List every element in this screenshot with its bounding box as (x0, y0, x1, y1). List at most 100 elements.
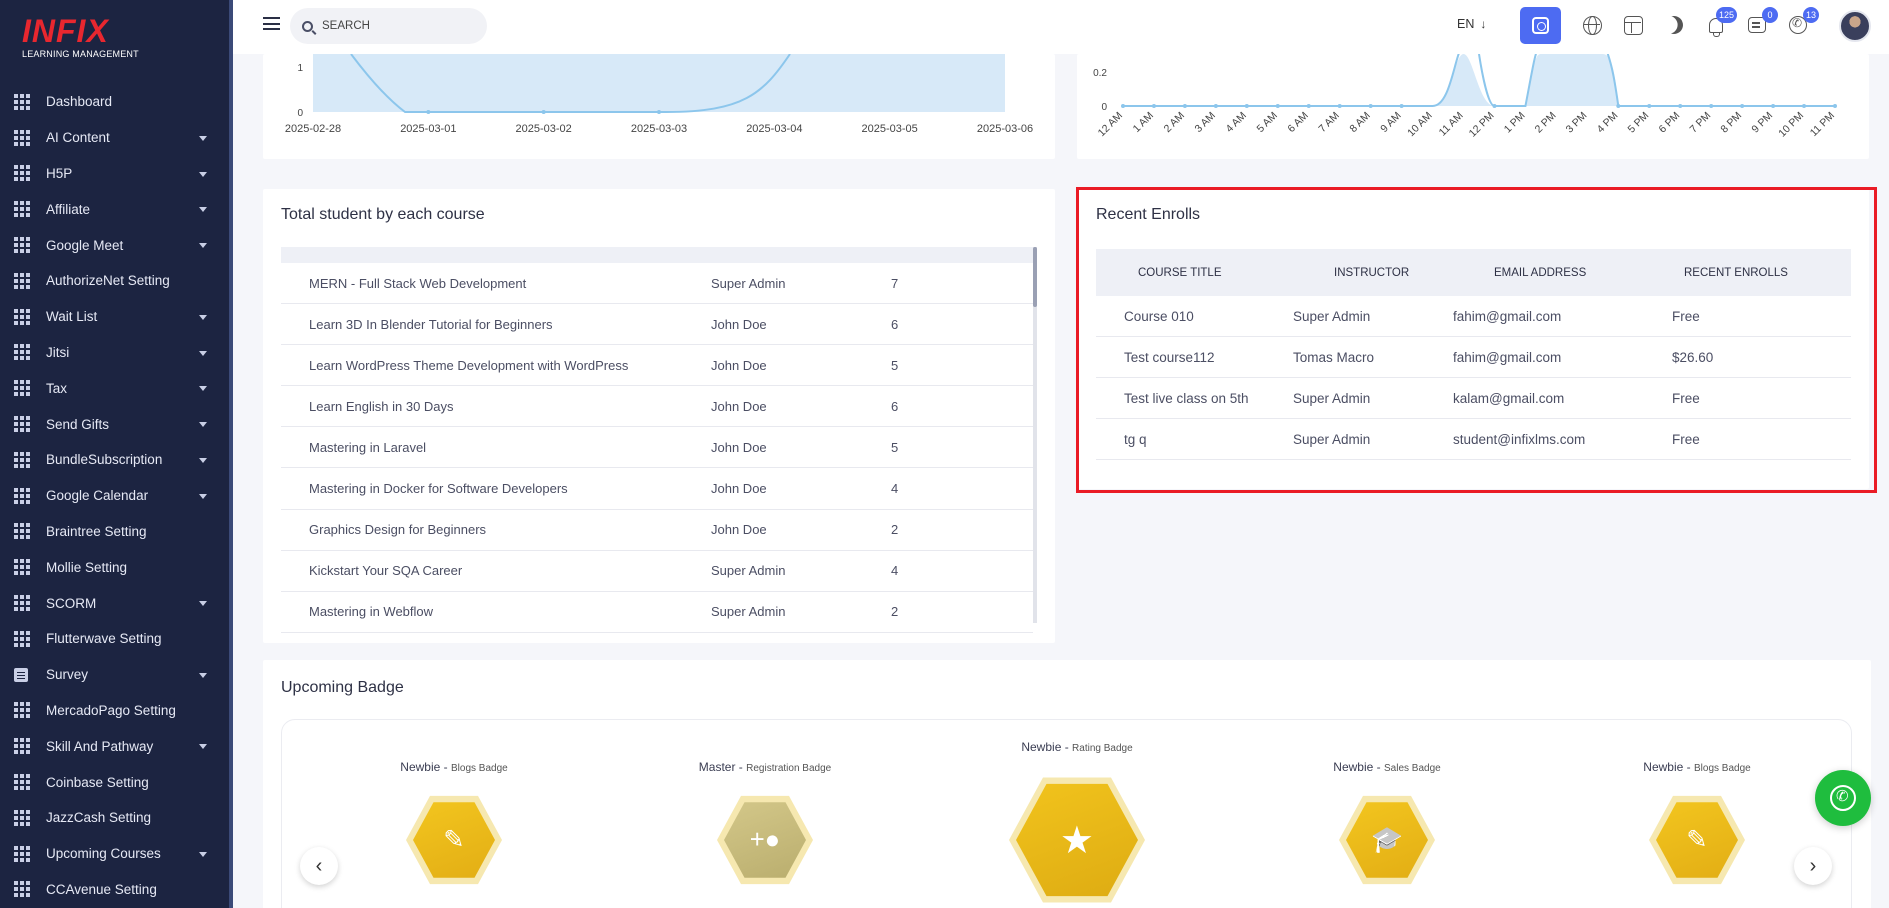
caret-down-icon (199, 457, 207, 463)
carousel-prev-button[interactable]: ‹ (300, 847, 338, 885)
y-tick-label: 0 (297, 108, 303, 119)
sidebar-item-survey[interactable]: Survey (0, 657, 229, 693)
grid-icon (14, 702, 30, 719)
sidebar-item-label: Affiliate (46, 201, 91, 217)
language-selector[interactable]: EN ↓ (1457, 17, 1486, 31)
student-count: 4 (891, 481, 899, 497)
course-title: tg q (1124, 431, 1147, 447)
table-row: tg q Super Admin student@infixlms.com Free (1096, 419, 1851, 460)
instructor-name: John Doe (711, 357, 767, 373)
sidebar-item-flutterwave-setting[interactable]: Flutterwave Setting (0, 621, 229, 657)
badge-level: Newbie (1021, 740, 1062, 754)
messages-button[interactable]: 0 (1745, 7, 1778, 37)
instructor-name: John Doe (711, 522, 767, 538)
sidebar-item-mercadopago-setting[interactable]: MercadoPago Setting (0, 693, 229, 729)
menu-toggle-icon[interactable] (263, 17, 280, 30)
badge-separator: - (1373, 760, 1384, 774)
sidebar-item-label: AuthorizeNet Setting (46, 273, 170, 289)
sidebar-item-bundlesubscription[interactable]: BundleSubscription (0, 442, 229, 478)
table-row: Graphics Design for Beginners John Doe 2 (281, 510, 1033, 551)
course-title: Test live class on 5th (1124, 390, 1249, 406)
brand-logo[interactable]: INFIX LEARNING MANAGEMENT (22, 14, 172, 66)
sidebar-scrollbar[interactable] (229, 0, 233, 908)
settings-chip-button[interactable] (1520, 7, 1561, 44)
chart-point (657, 110, 661, 114)
badge-level: Newbie (1643, 760, 1684, 774)
grid-icon (14, 845, 30, 862)
chart-point (1213, 104, 1218, 108)
enroll-price: Free (1672, 308, 1700, 324)
sidebar-item-authorizenet-setting[interactable]: AuthorizeNet Setting (0, 263, 229, 299)
badge-hexagon: ✎ (1649, 795, 1745, 885)
calls-button[interactable]: 13 (1786, 7, 1819, 37)
x-tick-label: 8 AM (1347, 110, 1372, 135)
sidebar-item-label: Dashboard (46, 94, 113, 110)
notifications-button[interactable]: 125 (1704, 7, 1737, 37)
caret-down-icon (199, 135, 207, 141)
caret-down-icon (199, 851, 207, 857)
sidebar-item-jitsi[interactable]: Jitsi (0, 335, 229, 371)
header-course-title: COURSE TITLE (1138, 266, 1222, 279)
instructor-name: Super Admin (1293, 308, 1371, 324)
x-tick-label: 2025-03-02 (516, 123, 572, 135)
sidebar-item-send-gifts[interactable]: Send Gifts (0, 406, 229, 442)
sidebar-item-label: Upcoming Courses (46, 846, 161, 862)
sidebar-item-label: Send Gifts (46, 416, 110, 432)
caret-down-icon (199, 672, 207, 678)
sidebar-item-upcoming-courses[interactable]: Upcoming Courses (0, 836, 229, 872)
search-input[interactable] (322, 20, 462, 32)
badge-level: Master (698, 760, 736, 774)
badge-item: Master - Registration Badge +● (675, 760, 855, 888)
whatsapp-button[interactable] (1815, 770, 1871, 826)
chart-point (1275, 104, 1280, 108)
notification-count-badge: 125 (1715, 7, 1737, 23)
sidebar-item-tax[interactable]: Tax (0, 370, 229, 406)
sidebar-item-ai-content[interactable]: AI Content (0, 120, 229, 156)
students-by-course-card: Total student by each course MERN - Full… (263, 189, 1055, 643)
sidebar-item-google-calendar[interactable]: Google Calendar (0, 478, 229, 514)
sidebar-nav: Dashboard AI Content H5P Affiliate Google Me… (0, 84, 229, 907)
sidebar-item-mollie-setting[interactable]: Mollie Setting (0, 549, 229, 585)
sidebar-item-ccavenue-setting[interactable]: CCAvenue Setting (0, 872, 229, 908)
header-instructor: INSTRUCTOR (1334, 266, 1410, 279)
sidebar-item-label: MercadoPago Setting (46, 702, 176, 718)
hourly-enrollment-chart-card: 12 AM 1 AM 2 AM 3 AM 4 AM 5 AM 6 AM 7 AM 8 AM 9 A… (1077, 43, 1869, 159)
sidebar-item-scorm[interactable]: SCORM (0, 585, 229, 621)
language-label: EN (1457, 17, 1475, 31)
x-tick-label: 5 PM (1626, 110, 1652, 136)
caret-down-icon (199, 171, 207, 177)
sidebar-item-google-meet[interactable]: Google Meet (0, 227, 229, 263)
sidebar-item-dashboard[interactable]: Dashboard (0, 84, 229, 120)
search-box[interactable] (290, 8, 487, 44)
sidebar-item-skill-and-pathway[interactable]: Skill And Pathway (0, 728, 229, 764)
dark-mode-button[interactable] (1662, 13, 1686, 37)
sidebar-item-jazzcash-setting[interactable]: JazzCash Setting (0, 800, 229, 836)
user-avatar[interactable] (1839, 10, 1871, 42)
y-tick-label: 0.2 (1093, 68, 1107, 79)
table-row: MERN - Full Stack Web Development Super A… (281, 263, 1033, 305)
graduate-icon: 🎓 (1371, 826, 1403, 854)
card-title: Upcoming Badge (281, 679, 404, 696)
table-scrollbar[interactable] (1033, 247, 1037, 623)
globe-button[interactable] (1580, 13, 1604, 37)
x-tick-label: 2025-03-05 (862, 123, 918, 135)
sidebar-item-affiliate[interactable]: Affiliate (0, 191, 229, 227)
table-header: COURSE TITLE INSTRUCTOR EMAIL ADDRESS RE… (1096, 249, 1851, 296)
badge-separator: - (1683, 760, 1694, 774)
sidebar-item-wait-list[interactable]: Wait List (0, 299, 229, 335)
sidebar-item-label: SCORM (46, 595, 97, 611)
sidebar-item-h5p[interactable]: H5P (0, 156, 229, 192)
course-name: Kickstart Your SQA Career (309, 563, 463, 579)
search-icon (302, 20, 313, 32)
chart-point (1833, 104, 1837, 108)
sidebar-item-coinbase-setting[interactable]: Coinbase Setting (0, 764, 229, 800)
caret-down-icon (199, 744, 207, 750)
badge-item: Newbie - Blogs Badge ✎ (1607, 760, 1787, 888)
sidebar-item-braintree-setting[interactable]: Braintree Setting (0, 514, 229, 550)
caret-down-icon (199, 493, 207, 499)
layout-button[interactable] (1621, 13, 1645, 37)
badge-level: Newbie (1333, 760, 1374, 774)
globe-icon (1582, 15, 1602, 35)
carousel-next-button[interactable]: › (1794, 847, 1832, 885)
course-title: Course 010 (1124, 308, 1194, 324)
